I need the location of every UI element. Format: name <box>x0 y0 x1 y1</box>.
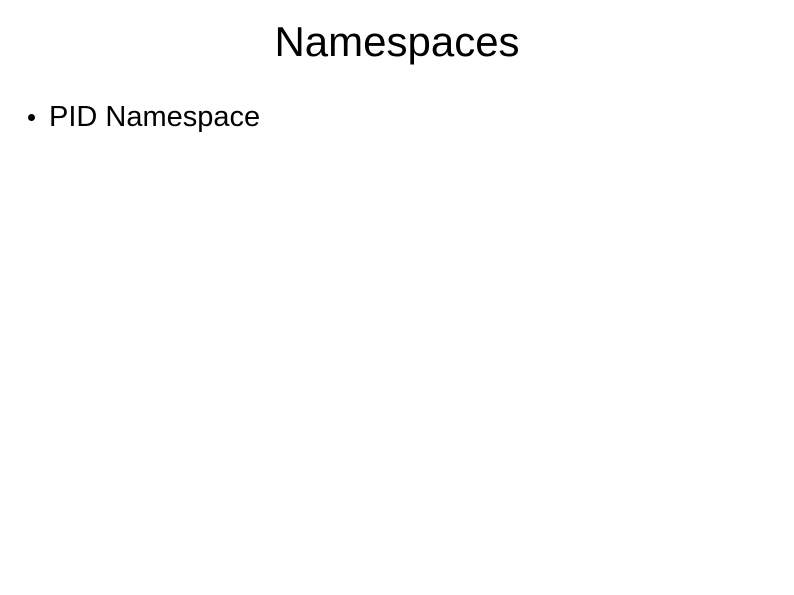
list-item: PID Namespace <box>28 101 794 134</box>
bullet-icon <box>28 114 35 121</box>
bullet-text: PID Namespace <box>49 101 260 134</box>
slide-title: Namespaces <box>0 0 794 66</box>
slide-content: PID Namespace <box>0 66 794 134</box>
